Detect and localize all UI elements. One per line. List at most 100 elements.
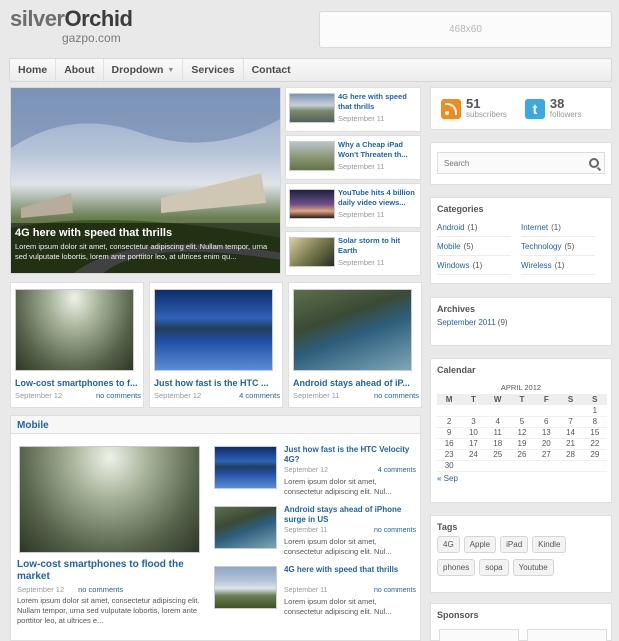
post-title[interactable]: Just how fast is the HTC ... (154, 378, 269, 388)
post-date: September 11 (338, 114, 385, 123)
calendar-day (509, 405, 535, 417)
category-count: (1) (551, 222, 561, 232)
post-thumbnail[interactable] (15, 289, 134, 371)
post-thumbnail[interactable] (289, 189, 335, 219)
category-link[interactable]: Windows (1) (437, 256, 511, 275)
post-thumbnail[interactable] (293, 289, 412, 371)
calendar-day: 4 (485, 416, 510, 428)
tag-link[interactable]: iPad (500, 536, 529, 553)
comments-link[interactable]: no comments (96, 391, 141, 400)
category-link[interactable]: Wireless (1) (521, 256, 595, 275)
featured-title[interactable]: 4G here with speed that thrills (15, 227, 276, 239)
calendar-day: 22 (582, 438, 607, 450)
nav-about[interactable]: About (56, 59, 104, 81)
tag-link[interactable]: sopa (479, 559, 509, 576)
nav-home[interactable]: Home (10, 59, 57, 81)
post-title[interactable]: Low-cost smartphones to flood the market (17, 559, 202, 583)
calendar-day: 28 (558, 449, 583, 461)
category-count: (1) (467, 222, 478, 232)
post-title[interactable]: 4G here with speed that thrills (284, 565, 416, 575)
calendar-day: 2 (437, 416, 462, 428)
calendar-day: 25 (485, 449, 510, 461)
post-title[interactable]: Low-cost smartphones to f... (15, 378, 138, 388)
post-thumbnail[interactable] (214, 566, 277, 609)
tag-link[interactable]: Kindle (532, 536, 567, 553)
post-thumbnail[interactable] (289, 237, 335, 267)
post-thumbnail[interactable] (214, 446, 277, 489)
post-thumbnail[interactable] (154, 289, 273, 371)
tag-link[interactable]: phones (437, 559, 476, 576)
chevron-down-icon: ▼ (167, 66, 175, 74)
post-excerpt: Lorem ipsum dolor sit amet, consectetur … (284, 477, 392, 496)
post-title[interactable]: Android stays ahead of iP... (293, 378, 410, 388)
section-heading[interactable]: Mobile (11, 416, 420, 434)
comments-link[interactable]: no comments (374, 391, 419, 400)
post-title[interactable]: Just how fast is the HTC Velocity 4G? (284, 445, 416, 465)
calendar-day: 11 (485, 427, 510, 439)
calendar-day (485, 460, 510, 472)
list-item[interactable]: YouTube hits 4 billion daily video views… (285, 183, 421, 228)
post-thumbnail[interactable] (289, 93, 335, 123)
tag-link[interactable]: Apple (463, 536, 497, 553)
widget-title: Tags (437, 522, 458, 532)
search-icon[interactable] (589, 158, 599, 168)
featured-post[interactable]: 4G here with speed that thrills Lorem ip… (10, 87, 281, 274)
archive-count: (9) (497, 318, 508, 327)
comments-link[interactable]: 4 comments (239, 391, 280, 400)
tag-link[interactable]: Youtube (512, 559, 554, 576)
comments-link[interactable]: 4 comments (378, 467, 416, 474)
rss-icon[interactable] (441, 98, 461, 119)
nav-contact-label: Contact (251, 64, 291, 76)
nav-services-label: Services (191, 64, 235, 76)
post-title[interactable]: 4G here with speed that thrills (338, 92, 418, 112)
list-item[interactable]: 4G here with speed that thrills September… (285, 87, 421, 132)
category-link[interactable]: Mobile (5) (437, 237, 511, 256)
comments-link[interactable]: no comments (78, 585, 123, 594)
site-logo[interactable]: silverOrchid gazpo.com (10, 6, 140, 50)
header-ad-banner[interactable]: 468x60 (319, 11, 612, 48)
post-title[interactable]: Android stays ahead of iPhone surge in U… (284, 505, 416, 525)
calendar-day: 10 (461, 427, 486, 439)
post-date: September 11 (284, 527, 328, 534)
twitter-follow[interactable]: t 38 followers (524, 97, 582, 119)
rss-count: 51 (466, 96, 481, 111)
tag-link[interactable]: 4G (437, 536, 460, 553)
sponsor-ad-slot[interactable] (527, 629, 607, 641)
category-count: (1) (472, 260, 483, 270)
calendar-day: 29 (582, 449, 607, 461)
post-thumbnail[interactable] (289, 141, 335, 171)
main-nav: Home About Dropdown ▼ Services Contact (9, 58, 612, 82)
post-thumbnail[interactable] (19, 446, 200, 553)
post-thumbnail[interactable] (214, 506, 277, 549)
comments-link[interactable]: no comments (374, 527, 416, 534)
widget-title: Calendar (437, 365, 476, 375)
twitter-icon[interactable]: t (524, 98, 545, 119)
calendar-day (461, 460, 486, 472)
category-link[interactable]: Android (1) (437, 218, 511, 237)
sponsors-widget: Sponsors (430, 603, 612, 641)
calendar-week: 2345678 (437, 416, 607, 428)
post-title[interactable]: Why a Cheap iPad Won't Threaten th... (338, 140, 418, 160)
rss-subscribe[interactable]: 51 subscribers (441, 96, 507, 119)
post-title[interactable]: Solar storm to hit Earth (338, 236, 418, 256)
sponsor-ad-slot[interactable] (439, 629, 519, 641)
category-link[interactable]: Internet (1) (521, 218, 595, 237)
nav-dropdown[interactable]: Dropdown ▼ (104, 59, 184, 81)
list-item[interactable]: Why a Cheap iPad Won't Threaten th... Sep… (285, 135, 421, 180)
archive-link[interactable]: September 2011 (9) (431, 318, 611, 327)
search-input[interactable] (437, 152, 605, 174)
twitter-label: followers (549, 110, 582, 119)
nav-services[interactable]: Services (183, 59, 244, 81)
category-name: Internet (521, 222, 549, 232)
featured-side-list: 4G here with speed that thrills September… (285, 87, 421, 279)
list-item[interactable]: Solar storm to hit Earth September 11 (285, 231, 421, 276)
category-link[interactable]: Technology (5) (521, 237, 595, 256)
social-counters: 51 subscribers t 38 followers (430, 87, 612, 130)
calendar-prev-link[interactable]: « Sep (431, 472, 611, 485)
nav-dropdown-label: Dropdown (111, 64, 164, 76)
comments-link[interactable]: no comments (374, 587, 416, 594)
calendar-table: M T W T F S S 1 2 3 4 5 6 7 8 9 10 11 12 13 14 15 16 17 1… (437, 394, 607, 472)
post-date: September 12 (15, 391, 63, 400)
post-title[interactable]: YouTube hits 4 billion daily video views… (338, 188, 418, 208)
nav-contact[interactable]: Contact (244, 59, 299, 81)
